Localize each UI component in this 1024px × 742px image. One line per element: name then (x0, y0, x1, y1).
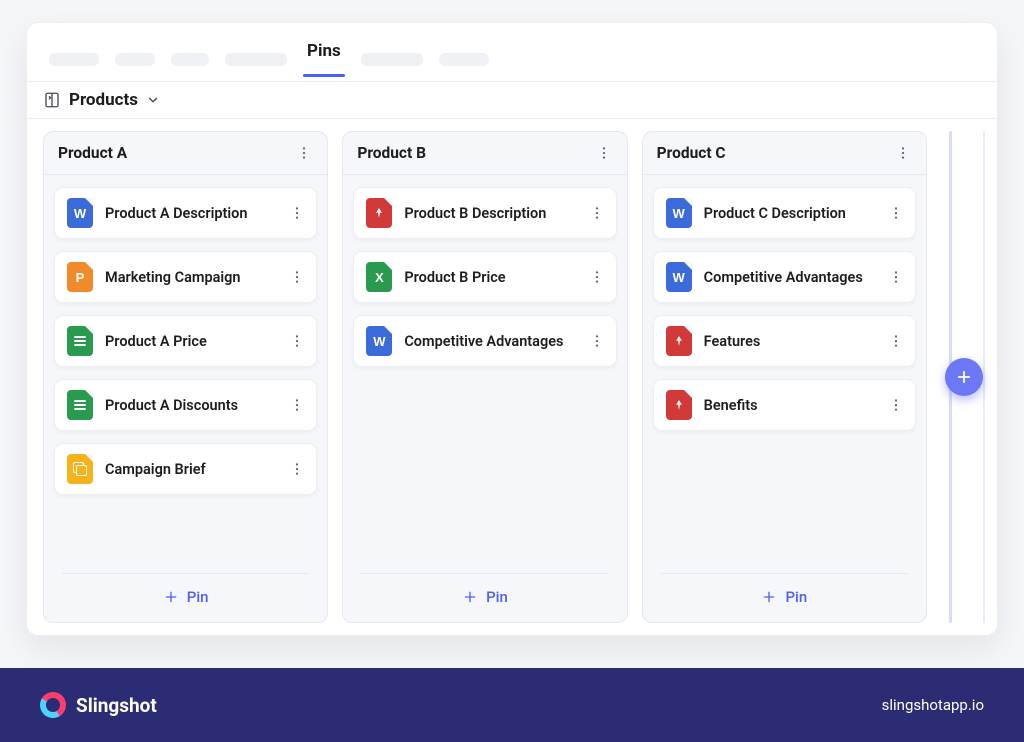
pin-label: Product C Description (704, 205, 875, 222)
brand-name: Slingshot (76, 694, 157, 717)
pin-label: Features (704, 333, 875, 350)
column-header: Product A (44, 132, 327, 175)
add-column-button[interactable] (945, 358, 983, 396)
pin-card[interactable]: P Marketing Campaign (54, 251, 317, 303)
board-column: Product C W Product C Description W Competit… (642, 131, 927, 623)
board: Product A W Product A Description P Marketin… (27, 119, 997, 635)
pin-card[interactable]: X Product B Price (353, 251, 616, 303)
file-type-icon: X (366, 262, 392, 292)
pin-label: Product B Description (404, 205, 575, 222)
board-column: Product BProduct B DescriptionXProduct B… (342, 131, 627, 623)
pin-label: Campaign Brief (105, 461, 276, 478)
pin-card[interactable]: Product A Discounts (54, 379, 317, 431)
pin-card[interactable]: Product B Description (353, 187, 616, 239)
pin-label: Product A Price (105, 333, 276, 350)
more-options-button[interactable] (588, 204, 606, 222)
file-type-icon (67, 390, 93, 420)
section-header[interactable]: Products (27, 81, 997, 119)
tab-placeholder[interactable] (171, 53, 209, 66)
add-column-rail (941, 131, 987, 623)
file-type-icon: W (666, 198, 692, 228)
tab-placeholder[interactable] (49, 53, 99, 66)
more-options-button[interactable] (887, 204, 905, 222)
add-pin-button[interactable]: Pin (62, 573, 309, 622)
file-type-icon: W (67, 198, 93, 228)
tab-placeholder[interactable] (361, 53, 423, 66)
pin-card[interactable]: W Competitive Advantages (653, 251, 916, 303)
pin-card[interactable]: Product A Price (54, 315, 317, 367)
file-type-icon (67, 454, 93, 484)
pin-card[interactable]: Benefits (653, 379, 916, 431)
file-type-icon (666, 390, 692, 420)
add-pin-label: Pin (785, 588, 807, 606)
add-pin-button[interactable]: Pin (361, 573, 608, 622)
page-footer: Slingshot slingshotapp.io (0, 668, 1024, 742)
column-body: W Product A Description P Marketing Campaig… (44, 175, 327, 565)
column-title: Product C (657, 144, 726, 162)
pin-label: Marketing Campaign (105, 269, 276, 286)
pin-card[interactable]: Campaign Brief (54, 443, 317, 495)
more-options-button[interactable] (887, 268, 905, 286)
file-type-icon (67, 326, 93, 356)
pin-card[interactable]: Features (653, 315, 916, 367)
add-pin-label: Pin (486, 588, 508, 606)
more-options-button[interactable] (288, 268, 306, 286)
column-body: Product B Description X Product B Price W Co… (343, 175, 626, 565)
file-type-icon: W (366, 326, 392, 356)
more-options-button[interactable] (887, 332, 905, 350)
column-header: Product C (643, 132, 926, 175)
file-type-icon (366, 198, 392, 228)
pin-label: Product A Description (105, 205, 276, 222)
pin-card[interactable]: W Competitive Advantages (353, 315, 616, 367)
board-column: Product A W Product A Description P Marketin… (43, 131, 328, 623)
app-window: Pins Products Product A W Product A Descri… (26, 22, 998, 636)
section-title: Products (69, 90, 138, 110)
more-options-button[interactable] (288, 396, 306, 414)
add-pin-label: Pin (187, 588, 209, 606)
tab-bar: Pins (27, 23, 997, 81)
more-options-button[interactable] (588, 268, 606, 286)
section-icon (43, 91, 61, 109)
tab-placeholder[interactable] (115, 53, 155, 66)
tab-placeholder[interactable] (225, 53, 287, 66)
tab-pins[interactable]: Pins (303, 41, 345, 77)
footer-url: slingshotapp.io (882, 696, 984, 714)
pin-label: Benefits (704, 397, 875, 414)
chevron-down-icon (146, 93, 160, 107)
more-options-button[interactable] (887, 396, 905, 414)
file-type-icon (666, 326, 692, 356)
column-title: Product B (357, 144, 426, 162)
more-options-button[interactable] (588, 332, 606, 350)
more-options-button[interactable] (288, 332, 306, 350)
pin-label: Product A Discounts (105, 397, 276, 414)
more-options-button[interactable] (595, 144, 613, 162)
tab-placeholder[interactable] (439, 53, 489, 66)
file-type-icon: W (666, 262, 692, 292)
pin-label: Competitive Advantages (704, 269, 875, 286)
more-options-button[interactable] (894, 144, 912, 162)
column-header: Product B (343, 132, 626, 175)
more-options-button[interactable] (288, 460, 306, 478)
pin-card[interactable]: W Product A Description (54, 187, 317, 239)
file-type-icon: P (67, 262, 93, 292)
column-title: Product A (58, 144, 127, 162)
pin-card[interactable]: W Product C Description (653, 187, 916, 239)
pin-label: Competitive Advantages (404, 333, 575, 350)
brand: Slingshot (40, 692, 157, 718)
more-options-button[interactable] (288, 204, 306, 222)
brand-logo-icon (40, 692, 66, 718)
add-pin-button[interactable]: Pin (661, 573, 908, 622)
column-body: W Product C Description W Competitive Advan… (643, 175, 926, 565)
more-options-button[interactable] (295, 144, 313, 162)
pin-label: Product B Price (404, 269, 575, 286)
